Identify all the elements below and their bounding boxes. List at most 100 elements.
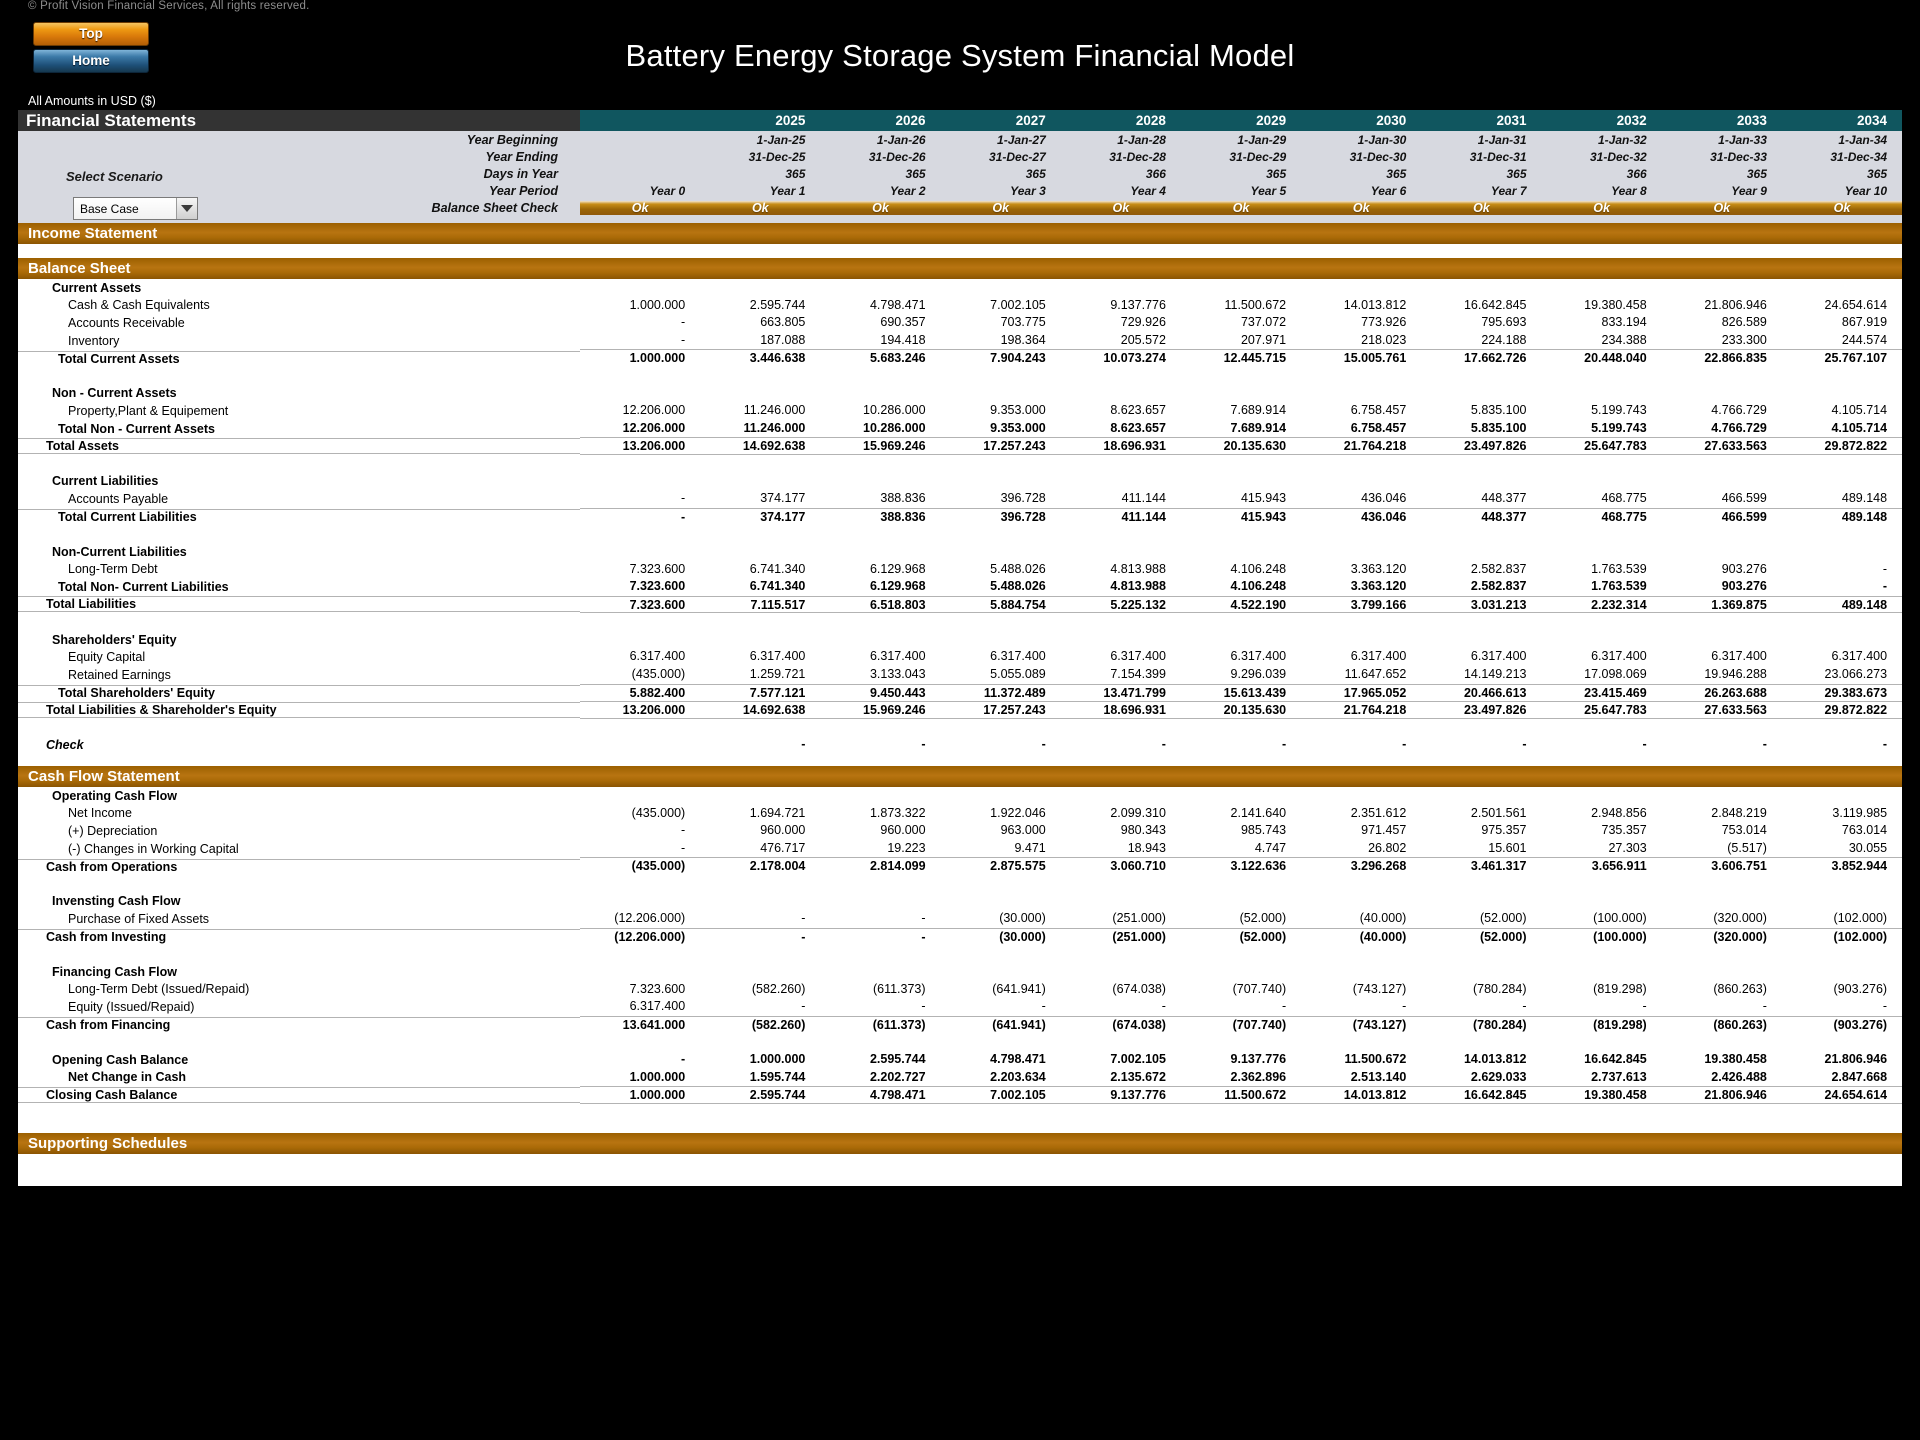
row-value-cell: - (1882, 999, 1888, 1014)
row-equity-issued-repaid: Equity (Issued/Repaid) 6.317.400 - - - - - - - - -… (18, 998, 1902, 1016)
year-header-blank (580, 110, 700, 131)
row-value-cell: 19.380.458 (1704, 1051, 1767, 1066)
row-value-cell: 8.623.657 (1110, 403, 1166, 418)
year-header-cell: 2026 (895, 113, 926, 128)
row-label: Cash from Investing (18, 929, 580, 944)
row-label: Long-Term Debt (Issued/Repaid) (68, 982, 250, 997)
empty-cell (1061, 385, 1181, 403)
row-value-cell: 2.426.488 (1711, 1069, 1767, 1084)
row-value-cell: (52.000) (1180, 927, 1302, 946)
row-net-change-in-cash: Net Change in Cash 1.000.000 1.595.744 2.20… (18, 1068, 1902, 1087)
row-property-plant-equipment: Property,Plant & Equipement 12.206.000 11.… (18, 402, 1902, 420)
empty-cell (1662, 543, 1782, 561)
row-value-cell: 6.317.400 (990, 649, 1046, 664)
row-value-cell: 5.055.089 (990, 667, 1046, 682)
empty-cell (1061, 963, 1181, 981)
date-row-cell: 31-Dec-31 (1469, 149, 1527, 164)
year-header-cell: 2028 (1135, 113, 1166, 128)
empty-cell (1542, 631, 1662, 649)
row-value-cell: 16.642.845 (1463, 297, 1527, 312)
row-value-cell: (611.373) (872, 981, 926, 996)
row-value-cell: 13.206.000 (580, 437, 701, 455)
empty-cell (580, 963, 700, 981)
empty-cell (580, 787, 700, 805)
row-value-cell: 1.000.000 (629, 297, 686, 312)
empty-cell (1181, 473, 1301, 491)
row-value-cell: 5.882.400 (580, 683, 701, 702)
row-label: Total Liabilities & Shareholder's Equity (18, 702, 580, 719)
date-row-cell: Year 8 (1611, 183, 1647, 198)
row-value-cell: 1.000.000 (580, 349, 701, 367)
row-spacer (18, 1103, 1902, 1122)
row-value-cell: 6.758.457 (1350, 420, 1407, 435)
row-value-cell: 22.866.835 (1661, 349, 1782, 367)
row-value-cell: - (681, 823, 686, 838)
row-value-cell: 20.135.630 (1180, 701, 1302, 719)
date-row-cell: 366 (1626, 166, 1647, 181)
empty-cell (700, 385, 820, 403)
row-value-cell: 3.363.120 (1350, 579, 1407, 594)
row-value-cell: 963.000 (1000, 823, 1046, 838)
row-value-cell: 2.362.896 (1230, 1069, 1287, 1084)
row-value-cell: (903.276) (1833, 981, 1888, 996)
row-value-cell: 11.372.489 (940, 683, 1061, 702)
row-value-cell: 3.363.120 (1350, 561, 1407, 576)
row-value-cell: 5.835.100 (1470, 420, 1527, 435)
row-value-cell: 4.105.714 (1831, 403, 1888, 418)
date-row-cell: 31-Dec-33 (1710, 149, 1767, 164)
empty-cell (820, 385, 940, 403)
row-value-cell: 6.317.400 (1230, 649, 1287, 664)
row-value-cell: - (1281, 737, 1287, 752)
balance-sheet-check-status: Ok (751, 200, 769, 215)
row-label: Cash from Financing (18, 1017, 580, 1032)
row-value-cell: 5.199.743 (1591, 403, 1647, 418)
empty-cell (1181, 787, 1301, 805)
empty-cell (1542, 279, 1662, 297)
row-value-cell: 415.943 (1240, 491, 1287, 506)
row-value-cell: - (820, 927, 941, 946)
row-total-non-current-liabilities: Total Non- Current Liabilities 7.323.600 6… (18, 578, 1902, 596)
row-value-cell: 17.257.243 (940, 701, 1061, 719)
row-total-current-liabilities: Total Current Liabilities -374.177 388.836… (18, 507, 1903, 526)
date-row-cell: 1-Jan-31 (1477, 132, 1527, 147)
row-value-cell: 205.572 (1120, 332, 1166, 347)
row-value-cell: 3.852.944 (1781, 857, 1903, 875)
row-value-cell: 6.317.400 (1711, 649, 1767, 664)
empty-cell (1542, 787, 1662, 805)
scenario-dropdown[interactable]: Base Case (73, 197, 198, 220)
empty-cell (820, 893, 940, 911)
chevron-down-icon[interactable] (176, 198, 197, 219)
row-total-assets: Total Assets 13.206.000 14.692.638 15.969.2… (18, 437, 1903, 455)
date-row-cell: 366 (1145, 166, 1166, 181)
row-value-cell: 3.656.911 (1541, 857, 1662, 875)
empty-cell (580, 473, 700, 491)
row-value-cell: 6.317.400 (749, 649, 806, 664)
row-label: (-) Changes in Working Capital (68, 841, 239, 856)
date-row-cell: Year 3 (1010, 183, 1046, 198)
empty-cell (1782, 473, 1902, 491)
row-value-cell: (860.263) (1661, 1015, 1782, 1034)
group-heading-label: Non - Current Assets (52, 386, 177, 401)
row-value-cell: 4.747 (1254, 840, 1287, 855)
row-value-cell: (582.260) (700, 1015, 821, 1034)
empty-cell (1662, 787, 1782, 805)
date-row-cell: 365 (905, 166, 926, 181)
row-label: Equity Capital (68, 650, 146, 665)
date-row-cell: 1-Jan-30 (1357, 132, 1407, 147)
row-value-cell: 27.633.563 (1661, 701, 1782, 719)
sheet-title-band: Financial Statements 2025 2026 2027 2028 202… (18, 110, 1902, 131)
row-value-cell: 2.141.640 (1230, 805, 1287, 820)
row-value-cell: 448.377 (1481, 491, 1527, 506)
row-spacer (18, 613, 1902, 631)
row-value-cell: 3.119.985 (1832, 805, 1888, 820)
row-value-cell: 7.115.517 (700, 595, 821, 614)
row-value-cell: 9.137.776 (1230, 1051, 1287, 1066)
row-value-cell: 2.847.668 (1831, 1069, 1888, 1084)
row-value-cell: 15.969.246 (820, 437, 941, 455)
row-value-cell: 4.105.714 (1831, 420, 1888, 435)
date-row-cell: 365 (1386, 166, 1407, 181)
row-value-cell: 867.919 (1841, 315, 1888, 330)
empty-cell (1061, 893, 1181, 911)
group-heading-label: Invensting Cash Flow (52, 894, 181, 909)
row-value-cell: 9.137.776 (1110, 297, 1166, 312)
